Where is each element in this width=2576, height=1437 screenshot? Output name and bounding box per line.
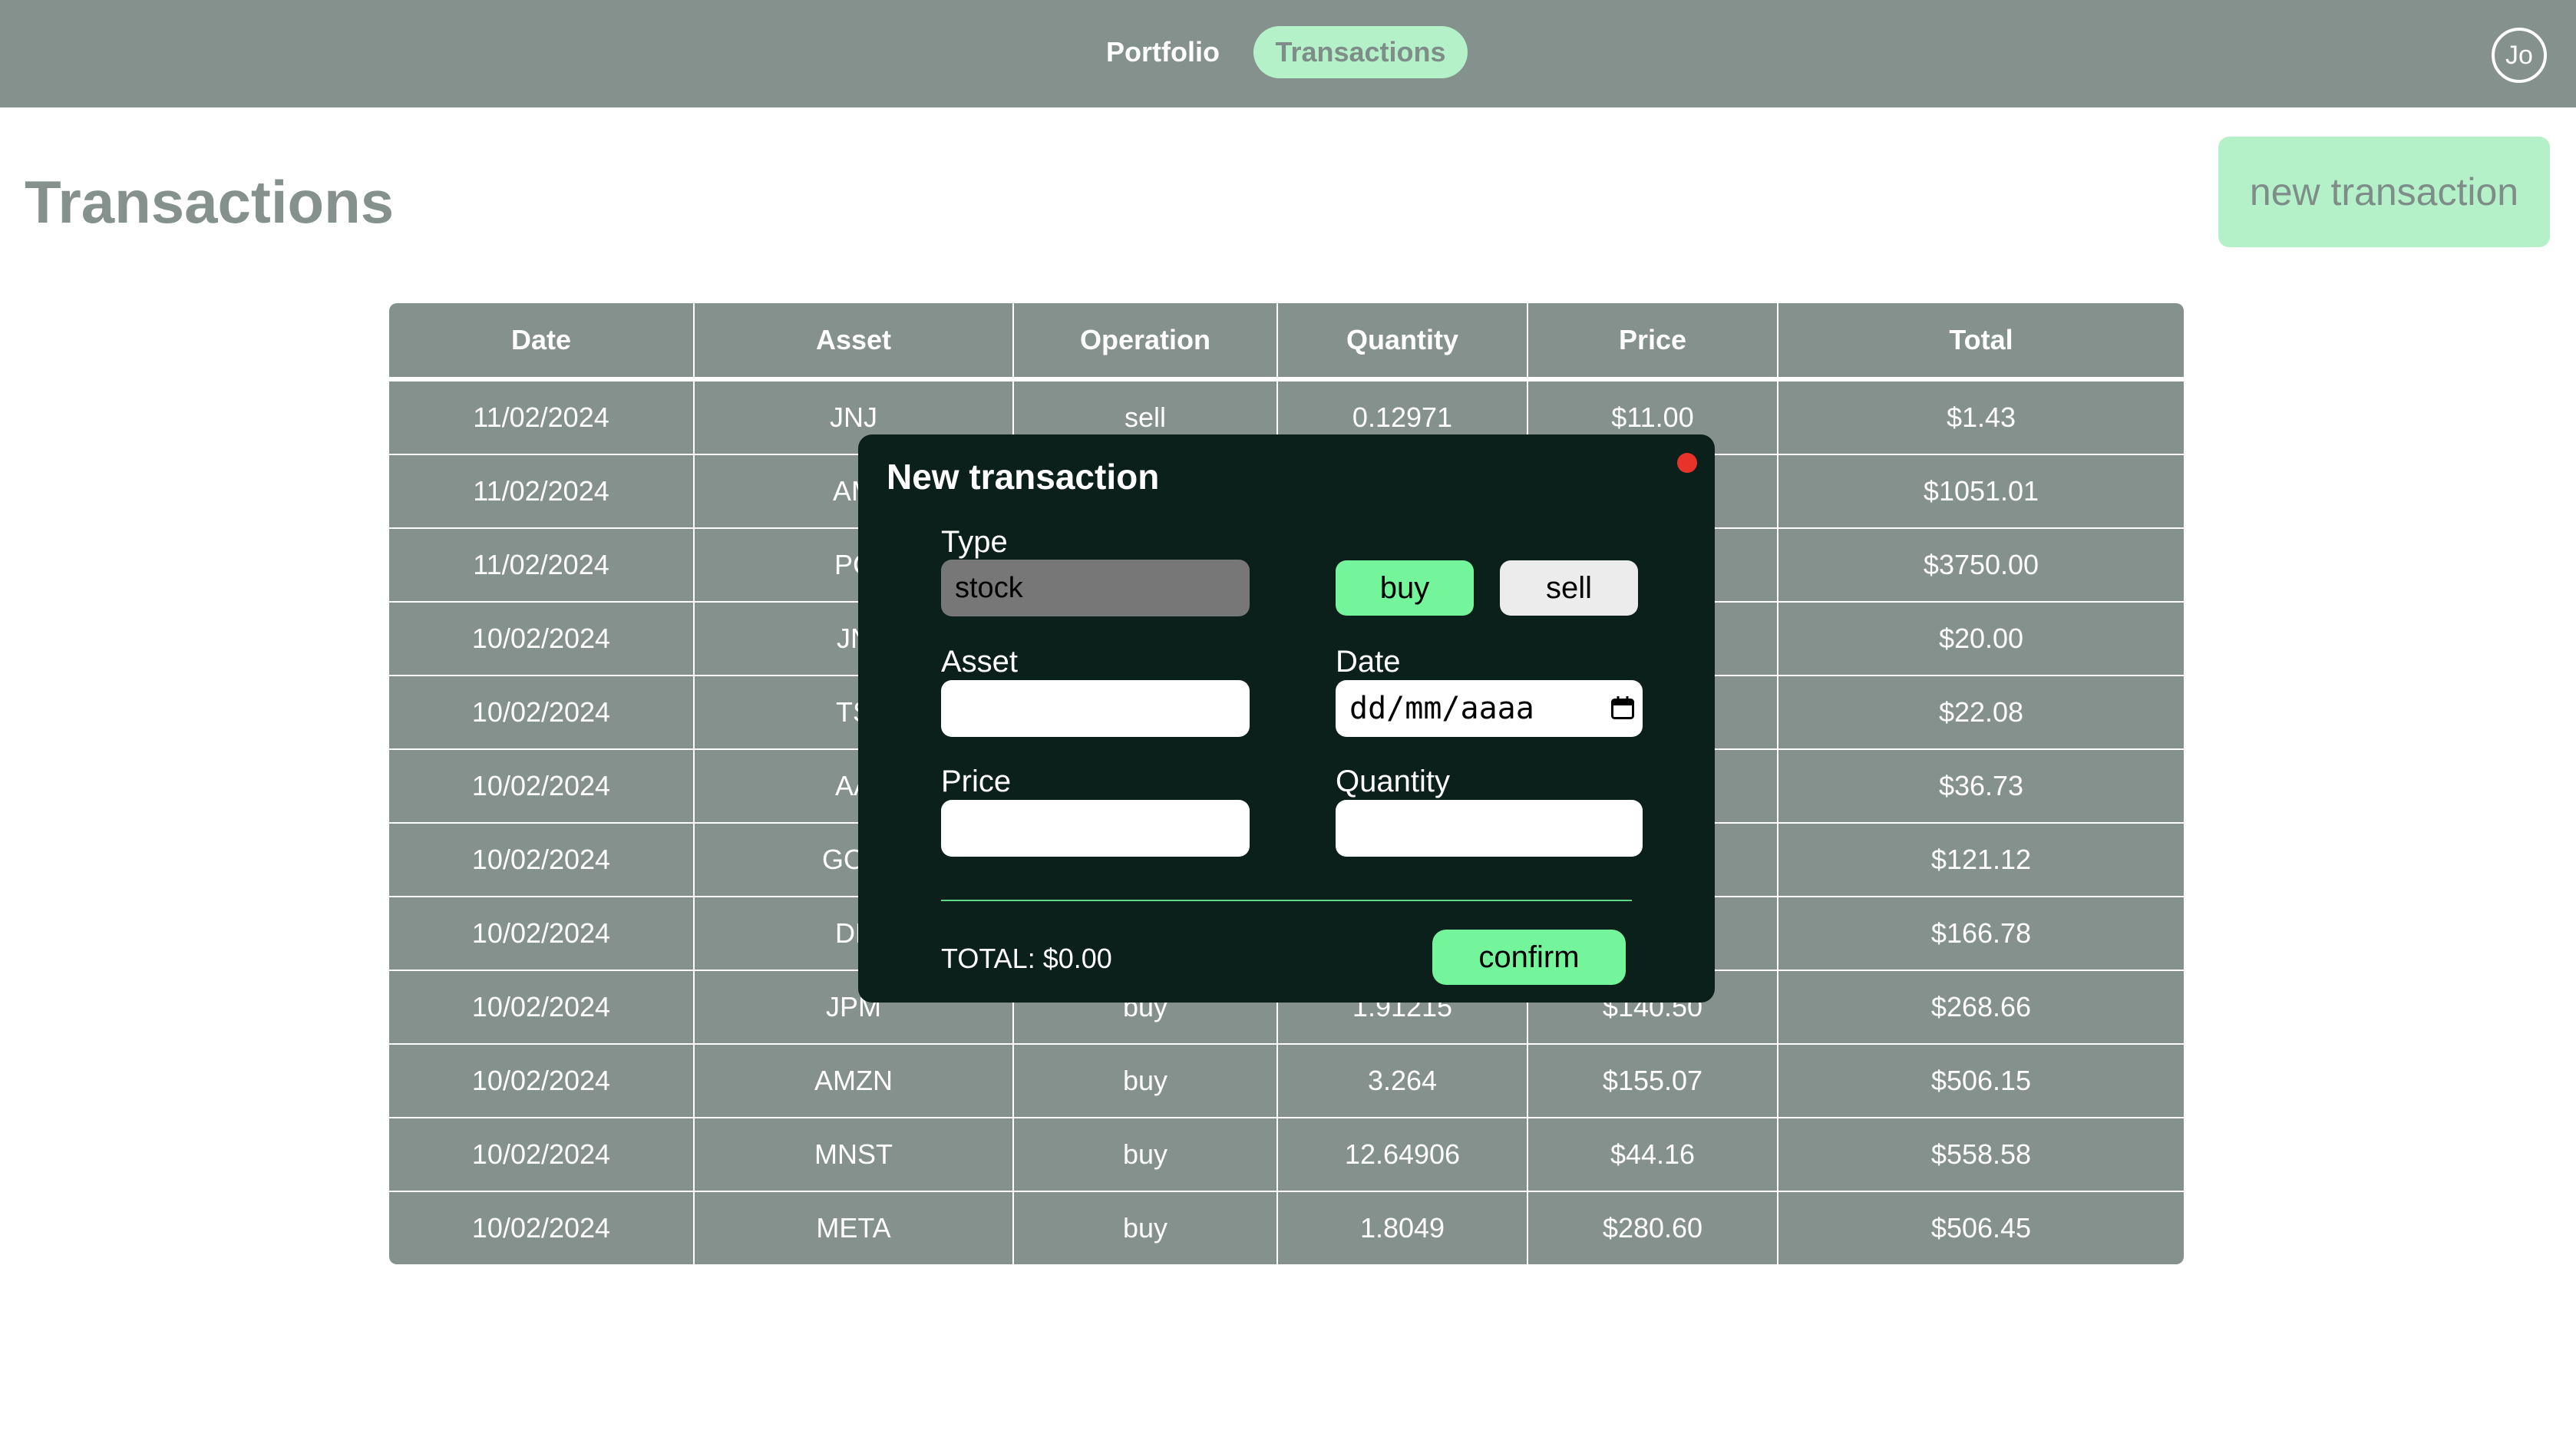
cell-total: $20.00 bbox=[1938, 623, 2024, 654]
cell-date: 10/02/2024 bbox=[389, 603, 695, 675]
cell-asset: AMZN bbox=[695, 1045, 1014, 1117]
cell-operation: buy bbox=[1014, 1192, 1278, 1264]
cell-date: 10/02/2024 bbox=[389, 1192, 695, 1264]
table-row: 10/02/2024 AMZN buy 3.264 $155.07 $506.15 bbox=[389, 1045, 2184, 1118]
page-title: Transactions bbox=[25, 168, 395, 236]
nav-link-transactions[interactable]: Transactions bbox=[1253, 26, 1468, 78]
cell-date: 10/02/2024 bbox=[389, 897, 695, 970]
column-header-total: Total bbox=[1949, 324, 2013, 355]
asset-input[interactable] bbox=[941, 680, 1250, 737]
cell-operation: buy bbox=[1014, 1118, 1278, 1191]
cell-quantity: 3.264 bbox=[1278, 1045, 1528, 1117]
cell-total: $268.66 bbox=[1930, 991, 2032, 1022]
column-header-price: Price bbox=[1528, 303, 1778, 377]
cell-total: $36.73 bbox=[1938, 770, 2024, 801]
cell-quantity: 1.8049 bbox=[1278, 1192, 1528, 1264]
confirm-button[interactable]: confirm bbox=[1432, 930, 1626, 985]
cell-date: 10/02/2024 bbox=[389, 971, 695, 1043]
table-row: 10/02/2024 MNST buy 12.64906 $44.16 $558.58 bbox=[389, 1118, 2184, 1192]
type-select[interactable]: stock bbox=[941, 560, 1250, 616]
cell-date: 11/02/2024 bbox=[389, 529, 695, 601]
cell-total: $22.08 bbox=[1938, 696, 2024, 728]
cell-operation: buy bbox=[1014, 1045, 1278, 1117]
calendar-icon[interactable] bbox=[1609, 694, 1636, 722]
column-header-quantity: Quantity bbox=[1278, 303, 1528, 377]
cell-total: $1051.01 bbox=[1923, 475, 2039, 507]
cell-total: $506.15 bbox=[1930, 1065, 2032, 1096]
close-modal-button[interactable] bbox=[1677, 453, 1697, 473]
cell-total: $121.12 bbox=[1930, 844, 2032, 875]
price-label: Price bbox=[941, 765, 1012, 798]
cell-price: $44.16 bbox=[1528, 1118, 1778, 1191]
cell-date: 10/02/2024 bbox=[389, 1118, 695, 1191]
date-label: Date bbox=[1336, 645, 1401, 679]
type-label: Type bbox=[941, 525, 1008, 559]
cell-quantity: 12.64906 bbox=[1278, 1118, 1528, 1191]
modal-divider bbox=[941, 900, 1632, 901]
user-avatar[interactable]: Jo bbox=[2492, 28, 2547, 83]
price-input[interactable] bbox=[941, 800, 1250, 857]
sell-button[interactable]: sell bbox=[1500, 560, 1638, 616]
cell-date: 11/02/2024 bbox=[389, 455, 695, 527]
nav-link-portfolio[interactable]: Portfolio bbox=[1090, 26, 1236, 78]
cell-total: $506.45 bbox=[1930, 1212, 2032, 1244]
new-transaction-modal: New transaction Type stock buy sell Asse… bbox=[858, 434, 1715, 1003]
table-header-row: Date Asset Operation Quantity Price Tota… bbox=[389, 303, 2184, 382]
cell-total: $558.58 bbox=[1930, 1138, 2032, 1170]
cell-date: 10/02/2024 bbox=[389, 750, 695, 822]
total-text: TOTAL: $0.00 bbox=[941, 943, 1112, 974]
table-row: 10/02/2024 META buy 1.8049 $280.60 $506.45 bbox=[389, 1192, 2184, 1264]
asset-label: Asset bbox=[941, 645, 1019, 679]
cell-asset: META bbox=[695, 1192, 1014, 1264]
quantity-label: Quantity bbox=[1336, 765, 1450, 798]
date-placeholder: dd/mm/aaaa bbox=[1349, 691, 1534, 726]
cell-date: 10/02/2024 bbox=[389, 676, 695, 748]
column-header-asset: Asset bbox=[695, 303, 1014, 377]
cell-date: 11/02/2024 bbox=[389, 382, 695, 454]
cell-asset: MNST bbox=[695, 1118, 1014, 1191]
top-nav-bar: Portfolio Transactions Jo bbox=[0, 0, 2576, 107]
cell-total: $166.78 bbox=[1930, 917, 2032, 949]
cell-date: 10/02/2024 bbox=[389, 1045, 695, 1117]
cell-price: $280.60 bbox=[1528, 1192, 1778, 1264]
cell-total: $3750.00 bbox=[1923, 549, 2039, 580]
buy-button[interactable]: buy bbox=[1336, 560, 1474, 616]
cell-total: $1.43 bbox=[1946, 401, 2016, 433]
column-header-date: Date bbox=[389, 303, 695, 377]
cell-date: 10/02/2024 bbox=[389, 824, 695, 896]
column-header-operation: Operation bbox=[1014, 303, 1278, 377]
new-transaction-button[interactable]: new transaction bbox=[2218, 137, 2550, 247]
modal-title: New transaction bbox=[887, 457, 1160, 497]
date-input[interactable]: dd/mm/aaaa bbox=[1336, 680, 1643, 737]
cell-price: $155.07 bbox=[1528, 1045, 1778, 1117]
quantity-input[interactable] bbox=[1336, 800, 1643, 857]
